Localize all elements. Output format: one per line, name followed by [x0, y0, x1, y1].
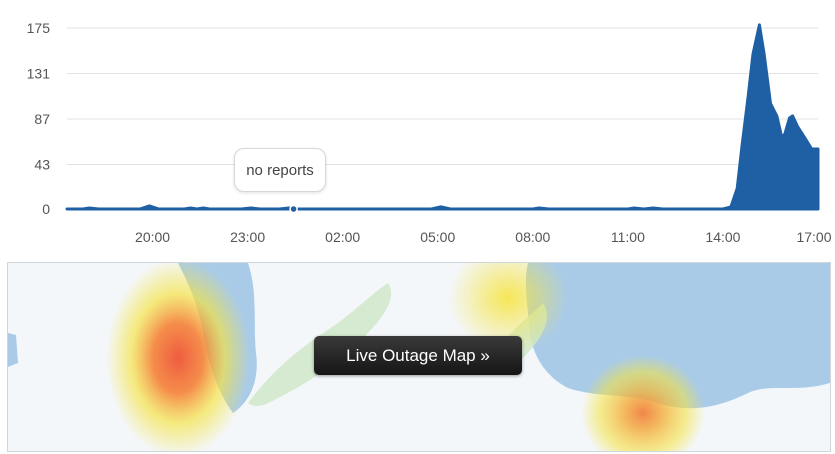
x-tick-label: 05:00 — [420, 229, 455, 245]
heat-spot-major — [106, 263, 250, 451]
lake-edge — [8, 333, 18, 367]
y-tick-label: 131 — [27, 66, 51, 82]
y-tick-label: 175 — [27, 20, 51, 36]
y-axis: 0 43 87 131 175 — [27, 20, 51, 217]
y-tick-label: 87 — [34, 111, 50, 127]
x-tick-label: 11:00 — [611, 229, 645, 245]
x-tick-label: 08:00 — [515, 229, 550, 245]
y-tick-label: 43 — [34, 157, 50, 173]
x-tick-label: 02:00 — [325, 229, 360, 245]
reports-area — [65, 23, 820, 211]
x-tick-label: 23:00 — [230, 229, 265, 245]
chart-gridlines — [67, 27, 818, 210]
x-axis: 20:00 23:00 02:00 05:00 08:00 11:00 14:00 17:00 — [135, 229, 832, 245]
outage-chart: 0 43 87 131 175 20:00 23:00 02:00 05:00 08:00 11:… — [27, 20, 832, 245]
x-tick-label: 17:00 — [796, 229, 831, 245]
y-tick-label: 0 — [42, 201, 50, 217]
x-tick-label: 20:00 — [135, 229, 170, 245]
chart-tooltip: no reports — [234, 148, 326, 192]
x-tick-label: 14:00 — [705, 229, 740, 245]
hover-marker[interactable] — [289, 204, 298, 214]
live-outage-map-button[interactable]: Live Outage Map » — [314, 336, 522, 375]
